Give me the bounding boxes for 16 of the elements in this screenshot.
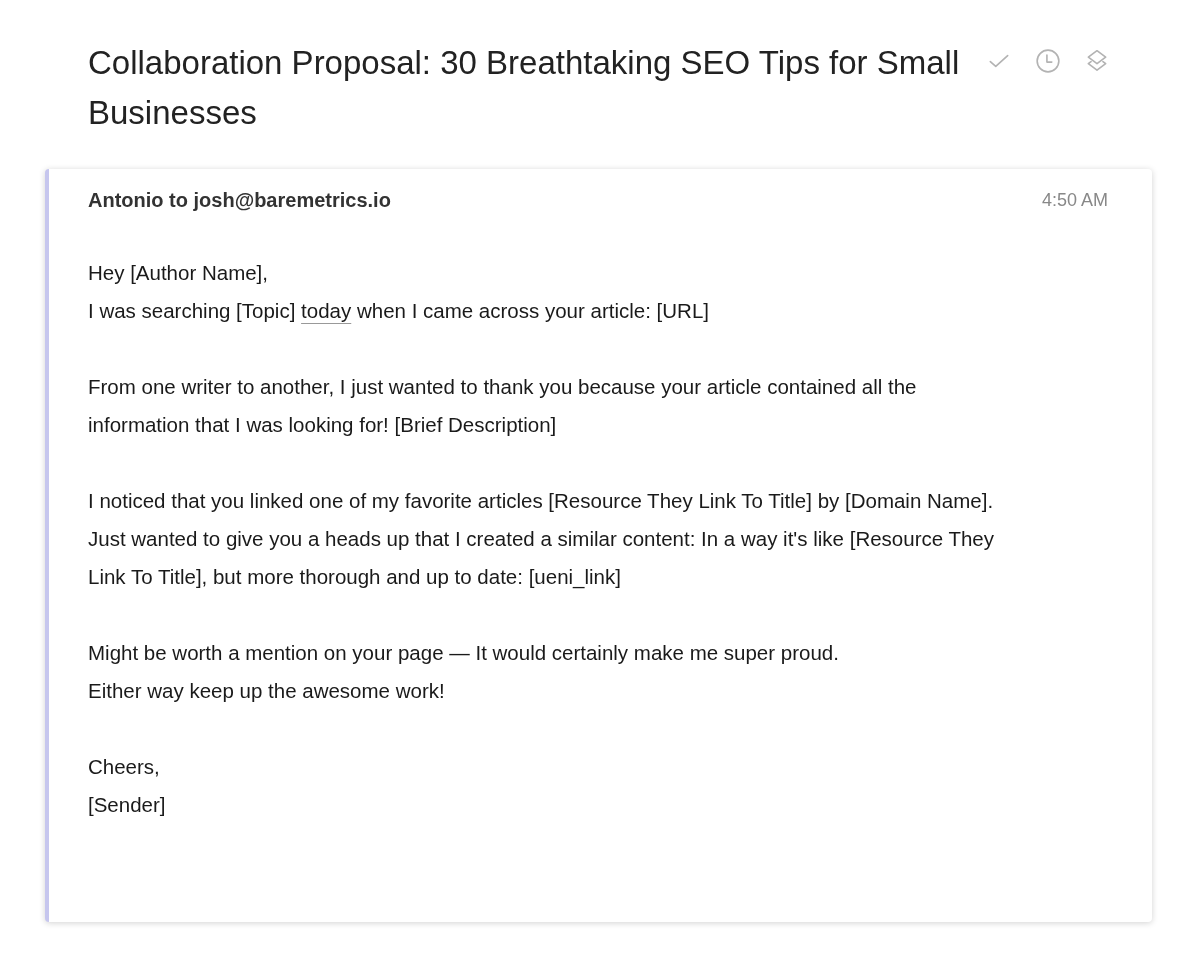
body-text-line: From one writer to another, I just wanted to thank you because your article contained all the [88, 374, 918, 400]
body-text-line: I noticed that you linked one of my favorite articles [Resource They Link To Title] by [Domain Name]. [88, 488, 995, 514]
body-text-line: Cheers, [88, 754, 161, 780]
body-text-line: Just wanted to give you a heads up that I created a similar content: In a way it's like [Resource They [88, 526, 995, 552]
body-text-line: [Sender] [88, 792, 167, 818]
body-text-line: Might be worth a mention on your page — It would certainly make me super proud. [88, 640, 840, 666]
body-text-line: I was searching [Topic] today when I came across your article: [URL] [88, 298, 710, 324]
message-time: 4:50 AM [1041, 188, 1108, 212]
body-text-line: information that I was looking for! [Brief Description] [88, 412, 558, 438]
body-text-line: Link To Title], but more thorough and up to date: [ueni_link] [88, 564, 622, 591]
sender-line: Antonio to josh@baremetrics.io [88, 188, 391, 213]
clock-icon[interactable] [1035, 48, 1061, 74]
email-subject: Collaboration Proposal: 30 Breathtaking SEO Tips for Small Businesses [88, 43, 961, 133]
date-link[interactable]: today [301, 299, 352, 322]
body-text-line: Hey [Author Name], [88, 260, 269, 286]
body-text-line: Either way keep up the awesome work! [88, 678, 446, 704]
